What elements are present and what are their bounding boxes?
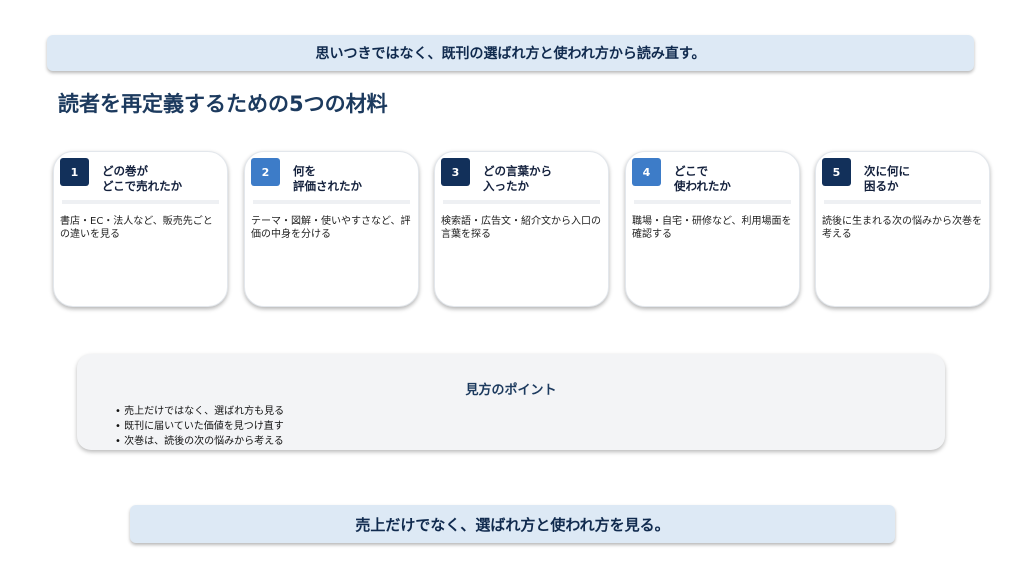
card-body: 職場・自宅・研修など、利用場面を確認する [632, 216, 792, 240]
points-title: 見方のポイント [465, 383, 557, 398]
card-heading: どの巻が どこで売れたか [102, 164, 183, 193]
card-number-badge: 1 [60, 158, 89, 186]
top-banner-text: 思いつきではなく、既刊の選ばれ方と使われ方から読み直す。 [315, 46, 706, 62]
card-divider [253, 200, 410, 204]
card-5: 5 次に何に 困るか 読後に生まれる次の悩みから次巻を考える [815, 151, 990, 307]
list-item: 売上だけではなく、選ばれ方も見る [115, 404, 284, 419]
card-body: 検索語・広告文・紹介文から入口の言葉を探る [441, 216, 601, 240]
card-body: テーマ・図解・使いやすさなど、評価の中身を分ける [251, 216, 411, 240]
card-divider [824, 200, 981, 204]
card-heading: 次に何に 困るか [864, 164, 910, 193]
top-banner: 思いつきではなく、既刊の選ばれ方と使われ方から読み直す。 [47, 35, 974, 71]
bottom-banner-text: 売上だけでなく、選ばれ方と使われ方を見る。 [355, 515, 670, 534]
card-heading: 何を 評価されたか [293, 164, 362, 193]
card-1: 1 どの巻が どこで売れたか 書店・EC・法人など、販売先ごとの違いを見る [53, 151, 228, 307]
card-number-badge: 4 [632, 158, 661, 186]
page-title: 読者を再定義するための5つの材料 [58, 92, 388, 116]
points-panel: 見方のポイント 売上だけではなく、選ばれ方も見る 既刊に届いていた価値を見つけ直… [77, 354, 945, 450]
points-list: 売上だけではなく、選ばれ方も見る 既刊に届いていた価値を見つけ直す 次巻は、読後… [115, 404, 284, 449]
card-body: 書店・EC・法人など、販売先ごとの違いを見る [60, 216, 213, 240]
card-number-badge: 5 [822, 158, 851, 186]
card-2: 2 何を 評価されたか テーマ・図解・使いやすさなど、評価の中身を分ける [244, 151, 419, 307]
card-number-badge: 3 [441, 158, 470, 186]
card-body: 読後に生まれる次の悩みから次巻を考える [822, 216, 982, 240]
card-divider [62, 200, 219, 204]
card-3: 3 どの言葉から 入ったか 検索語・広告文・紹介文から入口の言葉を探る [434, 151, 609, 307]
card-heading: どこで 使われたか [674, 164, 731, 193]
card-divider [443, 200, 600, 204]
list-item: 既刊に届いていた価値を見つけ直す [115, 419, 284, 434]
card-number-badge: 2 [251, 158, 280, 186]
card-divider [634, 200, 791, 204]
bottom-banner: 売上だけでなく、選ばれ方と使われ方を見る。 [130, 505, 895, 543]
list-item: 次巻は、読後の次の悩みから考える [115, 434, 284, 449]
card-heading: どの言葉から 入ったか [483, 164, 552, 193]
card-4: 4 どこで 使われたか 職場・自宅・研修など、利用場面を確認する [625, 151, 800, 307]
